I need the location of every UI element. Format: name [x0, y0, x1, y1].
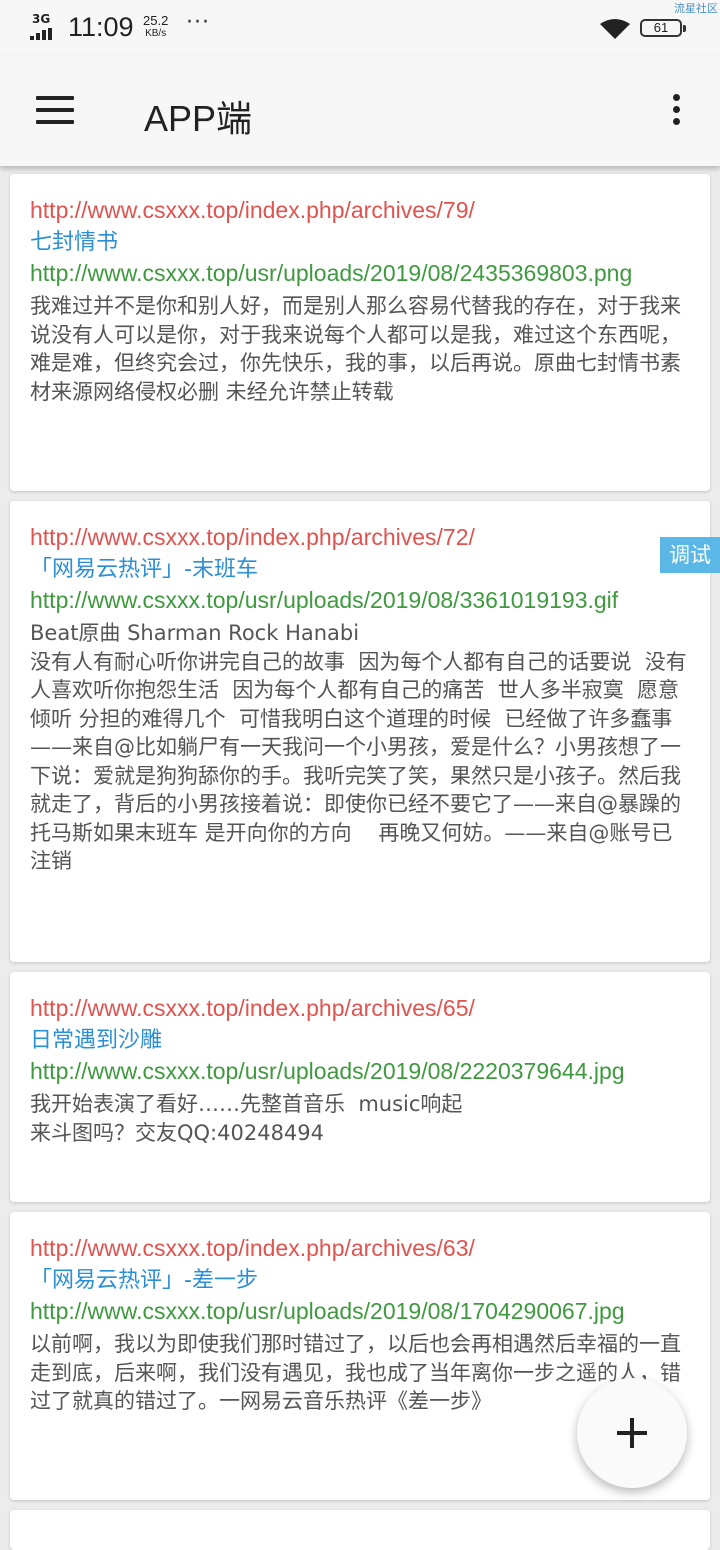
- post-description: Beat原曲 Sharman Rock Hanabi 没有人有耐心听你讲完自己的…: [30, 621, 687, 873]
- network-speed-value: 25.2: [143, 13, 169, 28]
- battery-level: 61: [653, 20, 669, 35]
- post-card-partial[interactable]: [10, 1510, 710, 1550]
- post-card[interactable]: http://www.csxxx.top/index.php/archives/…: [10, 501, 710, 962]
- signal-icon: 3G: [30, 12, 62, 40]
- watermark: 流星社区: [674, 2, 718, 15]
- post-image-url[interactable]: http://www.csxxx.top/usr/uploads/2019/08…: [30, 259, 690, 288]
- more-notifications-icon: ···: [186, 10, 210, 35]
- status-time: 11:09: [68, 12, 134, 42]
- post-description: 我难过并不是你和别人好，而是别人那么容易代替我的存在，对于我来说没有人可以是你，…: [30, 294, 681, 404]
- network-type: 3G: [32, 12, 51, 26]
- post-card[interactable]: http://www.csxxx.top/index.php/archives/…: [10, 174, 710, 491]
- battery-icon: 61: [640, 19, 686, 37]
- status-bar: 3G 11:09 25.2 KB/s ··· 61 流星社区: [0, 0, 720, 56]
- hamburger-menu-icon[interactable]: [36, 96, 76, 128]
- post-image-url[interactable]: http://www.csxxx.top/usr/uploads/2019/08…: [30, 586, 690, 615]
- page-title: APP端: [144, 98, 253, 139]
- post-image-url[interactable]: http://www.csxxx.top/usr/uploads/2019/08…: [30, 1297, 690, 1326]
- debug-tag[interactable]: 调试: [660, 537, 720, 573]
- post-title[interactable]: 「网易云热评」-差一步: [30, 1265, 690, 1297]
- post-url[interactable]: http://www.csxxx.top/index.php/archives/…: [30, 194, 690, 227]
- network-speed: 25.2 KB/s: [143, 14, 168, 40]
- post-url[interactable]: http://www.csxxx.top/index.php/archives/…: [30, 992, 690, 1025]
- post-image-url[interactable]: http://www.csxxx.top/usr/uploads/2019/08…: [30, 1057, 690, 1086]
- post-description: 我开始表演了看好……先整首音乐 music响起 来斗图吗？交友QQ:402484…: [30, 1092, 463, 1145]
- more-vertical-icon[interactable]: [666, 94, 686, 134]
- network-speed-unit: KB/s: [145, 28, 167, 39]
- post-title[interactable]: 七封情书: [30, 227, 690, 259]
- post-title[interactable]: 日常遇到沙雕: [30, 1025, 690, 1057]
- post-url[interactable]: http://www.csxxx.top/index.php/archives/…: [30, 1232, 690, 1265]
- app-bar: APP端: [0, 56, 720, 166]
- wifi-icon: [600, 19, 630, 39]
- post-card[interactable]: http://www.csxxx.top/index.php/archives/…: [10, 972, 710, 1202]
- add-fab-button[interactable]: [577, 1378, 687, 1488]
- post-url[interactable]: http://www.csxxx.top/index.php/archives/…: [30, 521, 690, 554]
- post-title[interactable]: 「网易云热评」-末班车: [30, 554, 690, 586]
